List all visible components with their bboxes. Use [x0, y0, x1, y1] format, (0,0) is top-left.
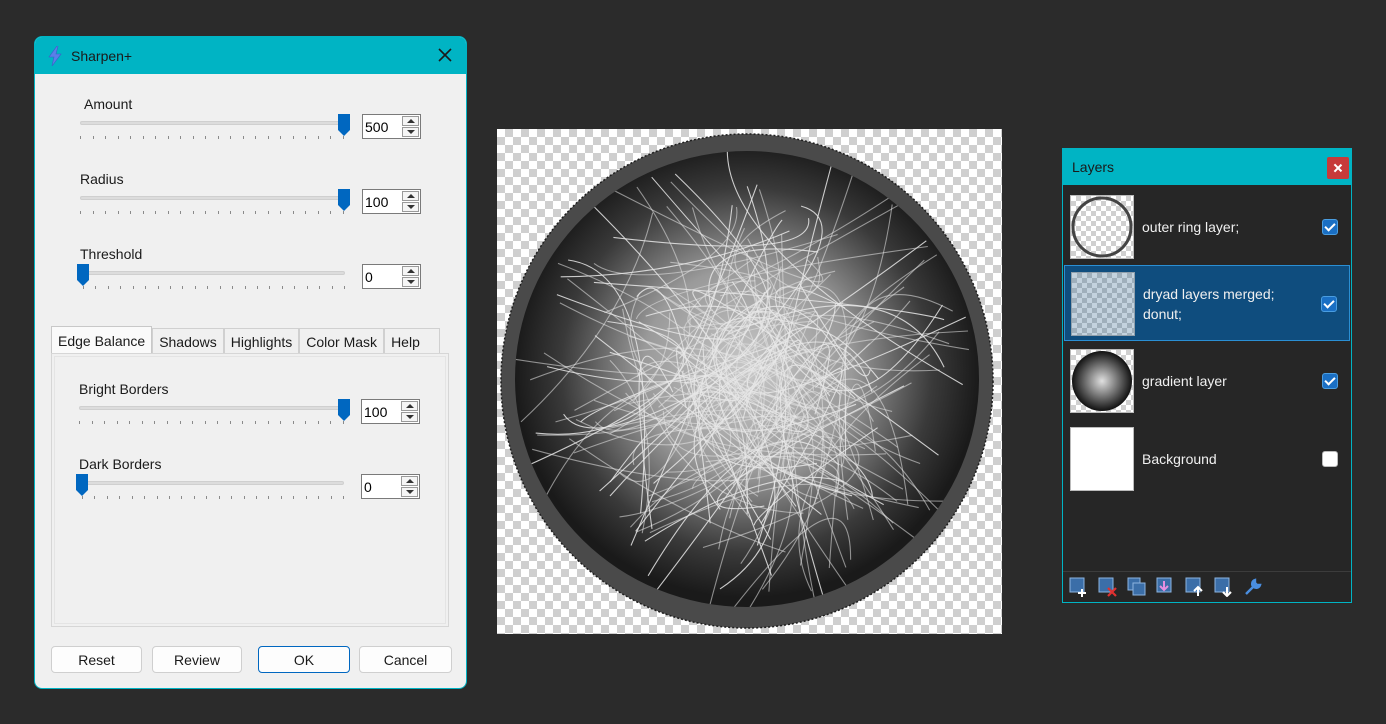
layer-name: outer ring layer; — [1142, 219, 1240, 235]
amount-spin-buttons — [402, 116, 419, 137]
tab-edge-balance[interactable]: Edge Balance — [51, 326, 153, 354]
donut-artwork — [500, 133, 994, 629]
amount-value[interactable]: 500 — [365, 119, 388, 135]
dark-borders-spin-buttons — [401, 476, 418, 497]
layer-name-line2: donut; — [1143, 306, 1182, 322]
bright-borders-slider-ticks — [79, 421, 344, 424]
layer-item[interactable]: outer ring layer; — [1064, 189, 1350, 265]
radius-slider-track[interactable] — [80, 196, 344, 200]
duplicate-layer-icon[interactable] — [1127, 577, 1147, 597]
radius-label: Radius — [80, 171, 124, 187]
bright-borders-spinbox[interactable]: 100 — [361, 399, 420, 424]
ok-button[interactable]: OK — [258, 646, 350, 673]
layers-titlebar[interactable]: Layers — [1063, 149, 1351, 185]
bright-borders-label: Bright Borders — [79, 381, 169, 397]
layers-panel: Layers outer ring layer; dryad layers me… — [1062, 148, 1352, 603]
layer-thumbnail — [1070, 427, 1134, 491]
amount-decrement-button[interactable] — [402, 127, 419, 137]
layer-thumbnail — [1070, 195, 1134, 259]
merge-layer-down-icon[interactable] — [1156, 577, 1176, 597]
threshold-label: Threshold — [80, 246, 143, 262]
dark-borders-slider-track[interactable] — [82, 481, 344, 485]
layer-visibility-checkbox[interactable] — [1321, 296, 1337, 312]
radius-spinbox[interactable]: 100 — [362, 189, 421, 214]
tab-color-mask[interactable]: Color Mask — [299, 328, 385, 354]
radius-decrement-button[interactable] — [402, 202, 419, 212]
bright-borders-slider-thumb[interactable] — [337, 398, 351, 422]
lightning-bolt-icon — [48, 45, 62, 66]
amount-label: Amount — [84, 96, 133, 112]
amount-spinbox[interactable]: 500 — [362, 114, 421, 139]
threshold-increment-button[interactable] — [402, 266, 419, 276]
threshold-slider-thumb[interactable] — [76, 263, 90, 287]
dark-borders-label: Dark Borders — [79, 456, 162, 472]
threshold-decrement-button[interactable] — [402, 277, 419, 287]
image-canvas[interactable] — [497, 129, 1002, 634]
dialog-titlebar[interactable]: Sharpen+ — [35, 37, 466, 74]
bright-borders-decrement-button[interactable] — [401, 412, 418, 422]
dark-borders-slider-thumb[interactable] — [75, 473, 89, 497]
add-layer-icon[interactable] — [1069, 577, 1089, 597]
layer-item[interactable]: dryad layers merged; donut; — [1064, 265, 1350, 341]
move-layer-down-icon[interactable] — [1214, 577, 1234, 597]
layer-visibility-checkbox[interactable] — [1322, 219, 1338, 235]
layer-name: dryad layers merged; — [1143, 286, 1275, 302]
radius-slider-ticks — [80, 211, 344, 214]
layer-thumbnail — [1070, 349, 1134, 413]
threshold-spin-buttons — [402, 266, 419, 287]
amount-slider-track[interactable] — [80, 121, 344, 125]
close-icon[interactable] — [436, 46, 454, 64]
dark-borders-increment-button[interactable] — [401, 476, 418, 486]
layers-toolbar — [1063, 571, 1351, 602]
layer-thumbnail — [1071, 272, 1135, 336]
layer-item[interactable]: Background — [1064, 421, 1350, 497]
threshold-value[interactable]: 0 — [365, 269, 373, 285]
bright-borders-slider-track[interactable] — [79, 406, 344, 410]
dark-borders-slider-ticks — [82, 496, 344, 499]
move-layer-up-icon[interactable] — [1185, 577, 1205, 597]
layers-title: Layers — [1072, 159, 1115, 175]
bright-borders-value[interactable]: 100 — [364, 404, 387, 420]
layer-item[interactable]: gradient layer — [1064, 343, 1350, 419]
dark-borders-spinbox[interactable]: 0 — [361, 474, 420, 499]
layer-properties-icon[interactable] — [1243, 577, 1263, 597]
option-tabs: Edge Balance Shadows Highlights Color Ma… — [51, 326, 441, 354]
amount-slider-ticks — [80, 136, 344, 139]
threshold-slider-track[interactable] — [83, 271, 345, 275]
amount-slider-thumb[interactable] — [337, 113, 351, 137]
radius-increment-button[interactable] — [402, 191, 419, 201]
cancel-button[interactable]: Cancel — [359, 646, 452, 673]
dark-borders-decrement-button[interactable] — [401, 487, 418, 497]
threshold-slider-ticks — [83, 286, 345, 289]
tab-shadows[interactable]: Shadows — [152, 328, 224, 354]
layer-name: Background — [1142, 451, 1217, 467]
radius-slider-thumb[interactable] — [337, 188, 351, 212]
threshold-spinbox[interactable]: 0 — [362, 264, 421, 289]
delete-layer-icon[interactable] — [1098, 577, 1118, 597]
dark-borders-value[interactable]: 0 — [364, 479, 372, 495]
layer-name: gradient layer — [1142, 373, 1227, 389]
tab-highlights[interactable]: Highlights — [223, 328, 300, 354]
close-icon[interactable] — [1327, 157, 1349, 179]
reset-button[interactable]: Reset — [51, 646, 142, 673]
review-button[interactable]: Review — [152, 646, 242, 673]
layer-visibility-checkbox[interactable] — [1322, 451, 1338, 467]
radius-spin-buttons — [402, 191, 419, 212]
radius-value[interactable]: 100 — [365, 194, 388, 210]
bright-borders-increment-button[interactable] — [401, 401, 418, 411]
layer-visibility-checkbox[interactable] — [1322, 373, 1338, 389]
sharpen-dialog: Sharpen+ Amount 500 Radius 100 Threshold… — [34, 36, 467, 689]
bright-borders-spin-buttons — [401, 401, 418, 422]
amount-increment-button[interactable] — [402, 116, 419, 126]
dialog-title: Sharpen+ — [71, 47, 133, 64]
tab-help[interactable]: Help — [384, 328, 441, 354]
